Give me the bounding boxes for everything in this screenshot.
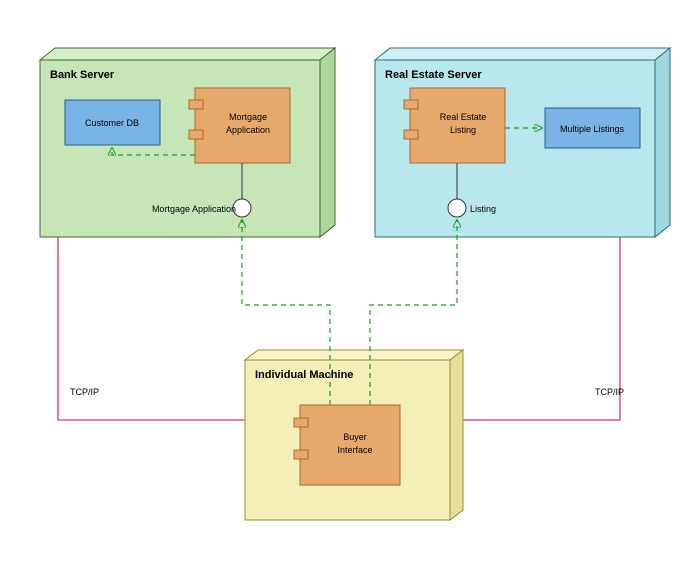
real-estate-listing-label-2: Listing (450, 125, 476, 135)
bank-server-node: Bank Server Customer DB Mortgage Applica… (40, 48, 335, 237)
real-estate-listing: Real Estate Listing (404, 88, 505, 163)
multiple-listings-label: Multiple Listings (560, 124, 625, 134)
buyer-interface: Buyer Interface (294, 405, 400, 485)
multiple-listings: Multiple Listings (545, 108, 640, 148)
customer-db-label: Customer DB (85, 118, 139, 128)
individual-machine-node: Individual Machine Buyer Interface (245, 350, 463, 520)
real-estate-listing-label-1: Real Estate (440, 112, 487, 122)
mortgage-port-label: Mortgage Application (152, 204, 236, 214)
individual-machine-title: Individual Machine (255, 369, 353, 381)
deployment-diagram: TCP/IP TCP/IP Bank Server Customer DB Mo… (0, 0, 700, 573)
mortgage-application-label-1: Mortgage (229, 112, 267, 122)
mortgage-application-label-2: Application (226, 125, 270, 135)
mortgage-application: Mortgage Application (189, 88, 290, 163)
listing-port-label: Listing (470, 204, 496, 214)
buyer-interface-label-1: Buyer (343, 432, 367, 442)
real-estate-server-title: Real Estate Server (385, 69, 482, 81)
buyer-interface-label-2: Interface (337, 445, 372, 455)
tcpip-left-link: TCP/IP (58, 235, 270, 460)
tcpip-right-label: TCP/IP (595, 387, 624, 397)
real-estate-server-node: Real Estate Server Real Estate Listing M… (375, 48, 670, 237)
bank-server-title: Bank Server (50, 69, 115, 81)
customer-db: Customer DB (65, 100, 160, 145)
tcpip-left-label: TCP/IP (70, 387, 99, 397)
